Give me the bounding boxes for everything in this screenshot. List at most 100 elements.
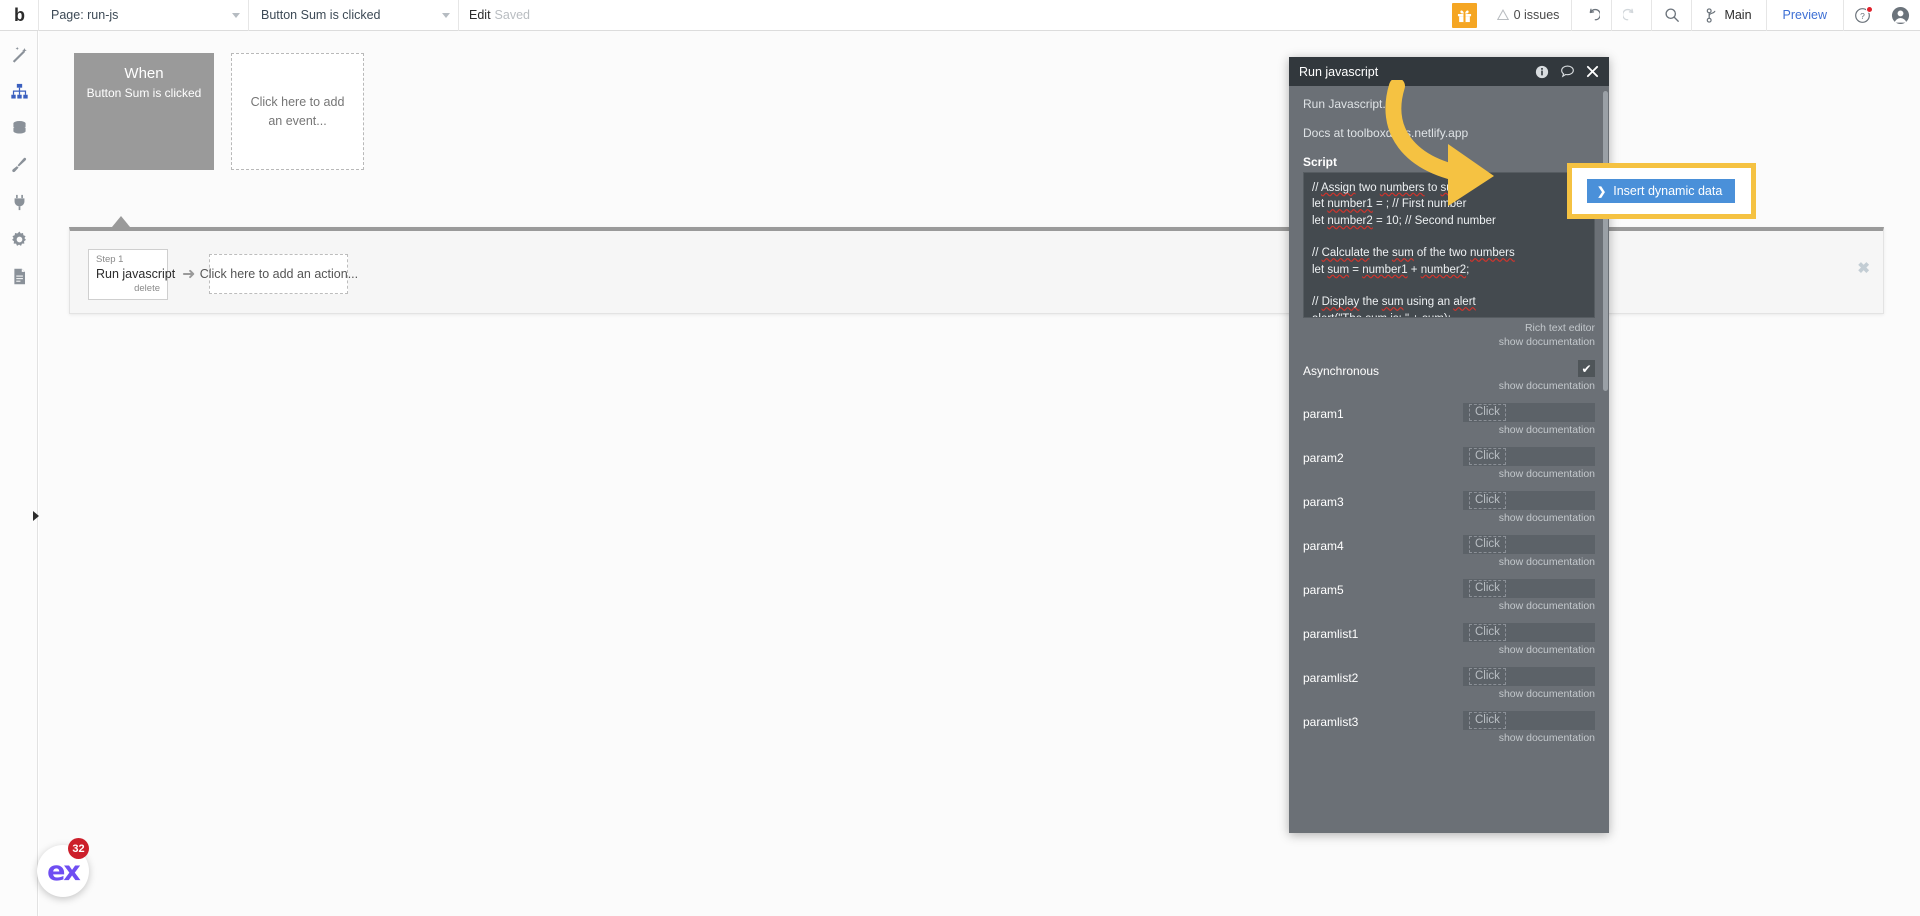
add-action-placeholder[interactable]: Click here to add an action... xyxy=(200,254,358,295)
parameter-label: param5 xyxy=(1303,583,1344,598)
insert-dynamic-data-label: Insert dynamic data xyxy=(1613,184,1723,198)
show-documentation-link[interactable]: show documentation xyxy=(1303,644,1595,656)
add-event-placeholder[interactable]: Click here to add an event... xyxy=(231,53,364,170)
parameter-row: param5 Click xyxy=(1303,579,1595,599)
action-step-1[interactable]: Step 1 Run javascript delete xyxy=(88,249,176,300)
search-button[interactable] xyxy=(1652,0,1693,31)
panel-scrollbar[interactable] xyxy=(1603,91,1608,391)
sidebar-item-settings[interactable] xyxy=(0,221,38,258)
issues-label: 0 issues xyxy=(1513,8,1560,22)
parameter-input[interactable]: Click xyxy=(1463,667,1595,687)
chevron-down-icon xyxy=(232,13,240,18)
parameter-placeholder: Click xyxy=(1469,448,1506,466)
chevron-down-icon xyxy=(442,13,450,18)
show-documentation-link[interactable]: show documentation xyxy=(1303,600,1595,612)
sidebar-item-workflow[interactable] xyxy=(0,73,38,110)
sidebar-item-styles[interactable] xyxy=(0,147,38,184)
issues-indicator[interactable]: 0 issues xyxy=(1485,0,1573,31)
parameter-placeholder: Click xyxy=(1469,536,1506,554)
user-avatar-icon xyxy=(1891,6,1909,24)
show-documentation-link[interactable]: show documentation xyxy=(1303,424,1595,436)
parameter-input[interactable]: Click xyxy=(1463,711,1595,731)
script-input[interactable]: // Assign two numbers to sum let number1 … xyxy=(1303,172,1595,318)
saved-status: Saved xyxy=(494,8,530,22)
close-icon[interactable] xyxy=(1586,65,1599,78)
sidebar-item-data[interactable] xyxy=(0,110,38,147)
close-icon[interactable]: ✖ xyxy=(1857,259,1870,277)
panel-description-line2: Docs at toolboxdocs.netlify.app xyxy=(1303,126,1469,140)
parameter-placeholder: Click xyxy=(1469,580,1506,598)
show-documentation-link[interactable]: show documentation xyxy=(1303,732,1595,744)
parameter-input[interactable]: Click xyxy=(1463,535,1595,555)
script-line xyxy=(1312,229,1586,245)
show-documentation-link[interactable]: show documentation xyxy=(1303,556,1595,568)
script-line: // Calculate the sum of the two numbers xyxy=(1312,247,1515,260)
show-documentation-link[interactable]: show documentation xyxy=(1303,512,1595,524)
parameter-row: paramlist2 Click xyxy=(1303,667,1595,687)
branch-label: Main xyxy=(1724,8,1752,22)
support-chat-badge: 32 xyxy=(68,838,89,859)
info-circle-icon[interactable] xyxy=(1535,65,1549,79)
database-icon xyxy=(12,120,26,134)
search-icon xyxy=(1665,8,1679,22)
branch-icon xyxy=(1707,7,1716,23)
comment-bubble-icon[interactable] xyxy=(1560,64,1575,79)
parameter-row: param3 Click xyxy=(1303,491,1595,511)
script-line: // Assign two numbers to sum xyxy=(1312,182,1463,194)
bubble-logo[interactable]: b xyxy=(0,0,38,31)
warning-triangle-icon xyxy=(1496,9,1509,21)
show-documentation-link[interactable]: show documentation xyxy=(1303,468,1595,480)
parameter-label: paramlist1 xyxy=(1303,627,1359,642)
asynchronous-checkbox[interactable]: ✔ xyxy=(1578,360,1595,378)
rich-text-editor-link[interactable]: Rich text editor xyxy=(1303,321,1595,335)
undo-button[interactable] xyxy=(1572,0,1613,31)
parameter-row: param2 Click xyxy=(1303,447,1595,467)
parameter-placeholder: Click xyxy=(1469,624,1506,642)
script-line xyxy=(1312,278,1586,294)
wand-icon xyxy=(12,46,27,63)
event-row: When Button Sum is clicked Click here to… xyxy=(74,53,364,170)
parameter-input[interactable]: Click xyxy=(1463,403,1595,423)
sidebar-item-logs[interactable] xyxy=(0,258,38,295)
script-line: // Display the sum using an alert xyxy=(1312,296,1476,309)
show-documentation-link[interactable]: show documentation xyxy=(1303,380,1595,392)
panel-header[interactable]: Run javascript xyxy=(1289,57,1609,86)
parameter-placeholder: Click xyxy=(1469,712,1506,730)
step-name-label: Run javascript xyxy=(96,267,176,282)
event-block-when[interactable]: When Button Sum is clicked xyxy=(74,53,214,170)
page-selector[interactable]: Page: run-js xyxy=(38,0,248,31)
sidebar-item-design[interactable] xyxy=(0,36,38,73)
step-delete-button[interactable]: delete xyxy=(96,283,160,295)
parameter-input[interactable]: Click xyxy=(1463,623,1595,643)
redo-button[interactable] xyxy=(1612,0,1653,31)
event-subtitle: Button Sum is clicked xyxy=(86,86,202,100)
branch-selector[interactable]: Main xyxy=(1692,0,1767,31)
parameter-input[interactable]: Click xyxy=(1463,579,1595,599)
script-line: let number1 = ; // First number xyxy=(1312,198,1467,211)
event-title: When xyxy=(124,65,164,82)
asynchronous-label: Asynchronous xyxy=(1303,364,1380,379)
preview-button[interactable]: Preview xyxy=(1767,0,1844,31)
parameter-input[interactable]: Click xyxy=(1463,491,1595,511)
event-selector[interactable]: Button Sum is clicked xyxy=(248,0,458,31)
help-button[interactable]: ? xyxy=(1844,0,1880,31)
asynchronous-row: Asynchronous ✔ xyxy=(1303,360,1595,378)
parameter-input[interactable]: Click xyxy=(1463,447,1595,467)
user-avatar[interactable] xyxy=(1880,0,1920,31)
show-documentation-link[interactable]: show documentation xyxy=(1303,335,1595,349)
parameter-row: paramlist3 Click xyxy=(1303,711,1595,731)
edit-mode-button[interactable]: Edit Saved xyxy=(458,0,540,31)
gift-icon[interactable] xyxy=(1451,2,1477,28)
event-selector-label: Button Sum is clicked xyxy=(261,8,381,22)
show-documentation-link[interactable]: show documentation xyxy=(1303,688,1595,700)
sidebar-collapse-handle[interactable] xyxy=(33,511,39,521)
sidebar-item-plugins[interactable] xyxy=(0,184,38,221)
parameter-placeholder: Click xyxy=(1469,404,1506,422)
actions-strip: Step 1 Run javascript delete ➜ Click her… xyxy=(69,227,1884,314)
insert-dynamic-data-button[interactable]: ❯ Insert dynamic data xyxy=(1587,179,1736,203)
gear-icon xyxy=(11,231,26,246)
left-sidebar xyxy=(0,31,39,916)
script-line: alert("The sum is: " + sum); xyxy=(1312,311,1586,317)
org-chart-icon xyxy=(10,83,28,99)
script-hints: Rich text editor show documentation xyxy=(1303,321,1595,349)
